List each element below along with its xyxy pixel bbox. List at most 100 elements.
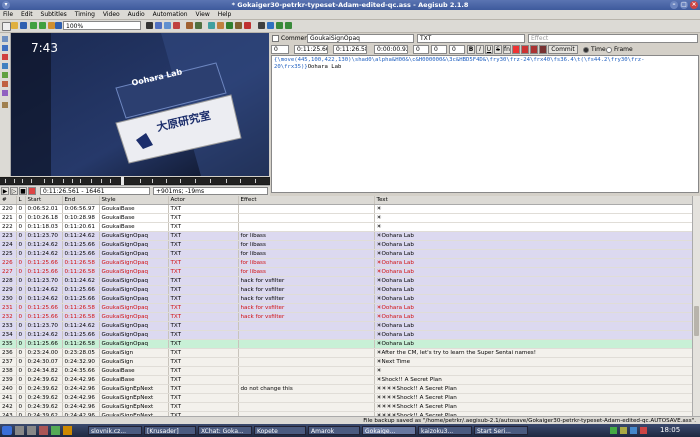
play-line-icon[interactable]: ▷ <box>10 187 18 195</box>
col-header-start[interactable]: Start <box>25 196 63 205</box>
table-row[interactable]: 236 0 0:23:24.00 0:23:28.05 GoukaiSign TXT ☀Af… <box>0 348 700 358</box>
table-row[interactable]: 235 0 0:11:25.66 0:11:26.58 GoukaiSignOpaq TX… <box>0 339 700 349</box>
layer-spinner[interactable]: 0 <box>271 45 289 54</box>
taskbar-item-kopete[interactable]: Kopete <box>254 426 306 435</box>
table-row[interactable]: 242 0 0:24:39.62 0:24:42.96 GoukaiSignEpNext… <box>0 402 700 412</box>
desktop-2-icon[interactable] <box>27 426 36 435</box>
open-file-icon[interactable] <box>11 22 18 29</box>
jump-to-icon[interactable] <box>39 22 46 29</box>
col-header-end[interactable]: End <box>62 196 100 205</box>
menu-video[interactable]: Video <box>100 10 123 19</box>
shift-times-icon[interactable] <box>208 22 215 29</box>
bold-button[interactable]: B <box>467 45 475 54</box>
save-file-icon[interactable] <box>20 22 27 29</box>
standard-tool-icon[interactable] <box>2 36 8 42</box>
tray-update-icon[interactable] <box>640 427 647 434</box>
effect-input[interactable]: Effect <box>528 34 698 43</box>
table-row[interactable]: 233 0 0:11:23.70 0:11:24.62 GoukaiSignOpaq TX… <box>0 321 700 331</box>
table-row[interactable]: 239 0 0:24:39.62 0:24:42.96 GoukaiBase TXT ☀Sh… <box>0 375 700 385</box>
grid-hide-tags-icon[interactable] <box>285 22 292 29</box>
margin-left-field[interactable]: 0 <box>413 45 429 54</box>
menu-file[interactable]: File <box>0 10 16 19</box>
play-icon[interactable]: ▶ <box>1 187 9 195</box>
table-row[interactable]: 231 0 0:11:25.66 0:11:26.58 GoukaiSignOpaq TX… <box>0 303 700 313</box>
stop-icon[interactable]: ■ <box>19 187 27 195</box>
col-header-text[interactable]: Text <box>374 196 700 205</box>
kanji-timer-icon[interactable] <box>258 22 265 29</box>
realtime-icon[interactable] <box>2 102 8 108</box>
table-row[interactable]: 238 0 0:24:34.82 0:24:35.66 GoukaiBase TXT ☀ <box>0 366 700 376</box>
menu-timing[interactable]: Timing <box>72 10 98 19</box>
commit-button[interactable]: Commit <box>548 45 578 54</box>
grid-scrollbar-thumb[interactable] <box>694 306 699 336</box>
duration-field[interactable]: 0:00:00.92 <box>374 45 408 54</box>
files-launcher-icon[interactable] <box>63 426 72 435</box>
styling-assistant-icon[interactable] <box>217 22 224 29</box>
scale-tool-icon[interactable] <box>2 72 8 78</box>
outline-color-button[interactable] <box>530 45 538 54</box>
tray-network-icon[interactable] <box>610 427 617 434</box>
margin-vertical-field[interactable]: 0 <box>449 45 465 54</box>
subtitle-grid[interactable]: # L Start End Style Actor Effect Text 22… <box>0 196 700 416</box>
taskbar-item-slovnik[interactable]: slovnik.cz... <box>88 426 142 435</box>
taskbar-item-xchat[interactable]: XChat: Goka... <box>198 426 252 435</box>
zoom-dropdown[interactable]: 100% <box>63 21 141 30</box>
table-row[interactable]: 234 0 0:11:24.62 0:11:25.66 GoukaiSignOpaq TX… <box>0 330 700 340</box>
browser-launcher-icon[interactable] <box>51 426 60 435</box>
video-offset-field[interactable]: +901ms; -19ms <box>153 187 268 195</box>
desktop-1-icon[interactable] <box>15 426 24 435</box>
start-time-field[interactable]: 0:11:25.66 <box>294 45 328 54</box>
video-display[interactable]: 7:43 Oohara Lab 大原研究室 <box>11 33 269 176</box>
subtitle-text-editor[interactable]: {\move(445,100,422,130)\shad0\alpha&H00&… <box>271 55 699 193</box>
start-menu-icon[interactable] <box>2 426 12 435</box>
italic-button[interactable]: I <box>476 45 484 54</box>
underline-button[interactable]: U <box>485 45 493 54</box>
fonts-collector-icon[interactable] <box>173 22 180 29</box>
menu-automation[interactable]: Automation <box>150 10 191 19</box>
secondary-color-button[interactable] <box>521 45 529 54</box>
col-header-effect[interactable]: Effect <box>238 196 375 205</box>
menu-edit[interactable]: Edit <box>18 10 36 19</box>
table-row[interactable]: 228 0 0:11:23.70 0:11:24.62 GoukaiSignOpaq TX… <box>0 276 700 286</box>
col-header-number[interactable]: # <box>0 196 17 205</box>
table-row[interactable]: 241 0 0:24:39.62 0:24:42.96 GoukaiSignEpNext… <box>0 393 700 403</box>
video-seek-slider[interactable] <box>0 177 270 185</box>
menu-subtitles[interactable]: Subtitles <box>38 10 70 19</box>
primary-color-button[interactable] <box>512 45 520 54</box>
taskbar-item-start-series[interactable]: Start Seri... <box>474 426 528 435</box>
zoom-in-icon[interactable] <box>48 22 55 29</box>
margin-right-field[interactable]: 0 <box>431 45 447 54</box>
table-row[interactable]: 225 0 0:11:24.62 0:11:25.66 GoukaiSignOpaq TX… <box>0 249 700 259</box>
table-row[interactable]: 226 0 0:11:25.66 0:11:26.58 GoukaiSignOpaq TX… <box>0 258 700 268</box>
menu-view[interactable]: View <box>193 10 213 19</box>
tray-clipboard-icon[interactable] <box>620 427 627 434</box>
vector-clip-tool-icon[interactable] <box>2 90 8 96</box>
video-position-field[interactable]: 0:11:26.561 - 16461 <box>40 187 150 195</box>
minimize-button[interactable]: – <box>670 1 678 9</box>
menu-audio[interactable]: Audio <box>125 10 148 19</box>
style-dropdown[interactable]: GoukaiSignOpaq <box>307 34 414 43</box>
window-menu-icon[interactable]: ▾ <box>2 1 10 9</box>
options-icon[interactable] <box>267 22 274 29</box>
table-row[interactable]: 227 0 0:11:25.66 0:11:26.58 GoukaiSignOpaq TX… <box>0 267 700 277</box>
comment-checkbox[interactable] <box>272 35 279 42</box>
shadow-color-button[interactable] <box>539 45 547 54</box>
script-icon[interactable] <box>195 22 202 29</box>
zoom-out-icon[interactable] <box>55 22 62 29</box>
col-header-style[interactable]: Style <box>99 196 169 205</box>
automation-icon[interactable] <box>186 22 193 29</box>
table-row[interactable]: 232 0 0:11:25.66 0:11:26.58 GoukaiSignOpaq TX… <box>0 312 700 322</box>
autoscroll-icon[interactable] <box>28 187 36 195</box>
resample-icon[interactable] <box>235 22 242 29</box>
properties-icon[interactable] <box>155 22 162 29</box>
table-row[interactable]: 230 0 0:11:24.62 0:11:25.66 GoukaiSignOpaq TX… <box>0 294 700 304</box>
taskbar-item-krusader[interactable]: [Krusader] <box>144 426 196 435</box>
attachments-icon[interactable] <box>164 22 171 29</box>
grid-tag-icon[interactable] <box>276 22 283 29</box>
table-row[interactable]: 223 0 0:11:23.70 0:11:24.62 GoukaiSignOpaq TX… <box>0 231 700 241</box>
translation-icon[interactable] <box>226 22 233 29</box>
table-row[interactable]: 224 0 0:11:24.62 0:11:25.66 GoukaiSignOpaq TX… <box>0 240 700 250</box>
rotate-z-tool-icon[interactable] <box>2 54 8 60</box>
rotate-xy-tool-icon[interactable] <box>2 63 8 69</box>
grid-scrollbar[interactable] <box>692 196 700 416</box>
